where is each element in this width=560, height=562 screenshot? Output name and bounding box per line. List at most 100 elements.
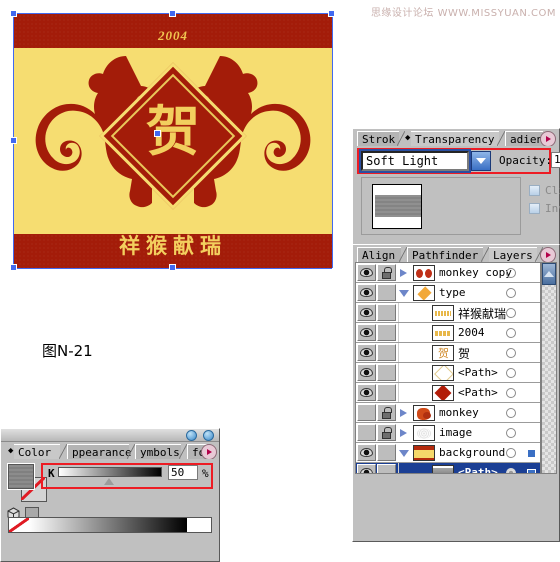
color-panel-titlebar[interactable] xyxy=(1,429,219,442)
handle-top-right[interactable] xyxy=(328,10,335,17)
tab-align[interactable]: Align xyxy=(357,247,401,262)
opacity-input[interactable]: 100 xyxy=(551,152,560,168)
layer-row-list[interactable]: monkey copy type 祥猴献瑞 2004 贺贺 <Path> <Path> mon… xyxy=(355,262,541,474)
layer-target-indicator[interactable] xyxy=(506,328,516,338)
layer-visibility-toggle[interactable] xyxy=(357,384,376,401)
layer-target-indicator[interactable] xyxy=(506,408,516,418)
layer-lock-toggle[interactable] xyxy=(377,344,396,361)
layer-expand-triangle-icon[interactable] xyxy=(400,409,407,417)
layer-lock-toggle[interactable] xyxy=(377,404,396,421)
tab-gradient[interactable]: adient xyxy=(505,131,550,146)
layer-target-indicator[interactable] xyxy=(506,288,516,298)
handle-bottom-left[interactable] xyxy=(10,264,17,271)
blend-mode-dropdown-button[interactable] xyxy=(471,151,491,171)
layer-visibility-toggle[interactable] xyxy=(357,324,376,341)
layer-target-indicator[interactable] xyxy=(506,368,516,378)
layer-visibility-toggle[interactable] xyxy=(357,364,376,381)
layer-target-indicator[interactable] xyxy=(506,308,516,318)
handle-mid-left[interactable] xyxy=(10,137,17,144)
layer-row[interactable]: 贺贺 xyxy=(356,343,540,363)
handle-bottom-center[interactable] xyxy=(169,264,176,271)
layer-lock-toggle[interactable] xyxy=(377,444,396,461)
handle-top-left[interactable] xyxy=(10,10,17,17)
layer-lock-toggle[interactable] xyxy=(377,264,396,281)
layer-row[interactable]: type xyxy=(356,283,540,303)
layer-target-indicator[interactable] xyxy=(506,448,516,458)
layer-target-indicator[interactable] xyxy=(506,348,516,358)
layers-menu-button[interactable] xyxy=(540,247,556,262)
tab-layers[interactable]: Layers xyxy=(489,247,537,262)
minimize-button[interactable] xyxy=(186,430,197,441)
layer-expand-triangle-icon[interactable] xyxy=(400,269,407,277)
layer-thumbnail[interactable]: 贺 xyxy=(432,345,454,361)
layer-lock-toggle[interactable] xyxy=(377,364,396,381)
color-spectrum-bar[interactable] xyxy=(8,517,212,533)
layer-thumbnail[interactable] xyxy=(413,265,435,281)
layer-visibility-toggle[interactable] xyxy=(357,284,376,301)
layer-visibility-toggle[interactable] xyxy=(357,464,376,473)
layer-lock-toggle[interactable] xyxy=(377,284,396,301)
layer-visibility-toggle[interactable] xyxy=(357,344,376,361)
layers-scrollbar[interactable] xyxy=(541,262,557,474)
blend-mode-select[interactable]: Soft Light xyxy=(359,149,471,173)
artwork-canvas[interactable]: 贺 2004 祥猴献瑞 xyxy=(10,10,335,271)
layer-row[interactable]: <Path> xyxy=(356,383,540,403)
color-menu-button[interactable] xyxy=(201,444,217,459)
layer-collapse-triangle-icon[interactable] xyxy=(399,450,409,457)
layer-row[interactable]: <Path> xyxy=(356,463,540,473)
layer-lock-toggle[interactable] xyxy=(377,384,396,401)
panel-menu-button[interactable] xyxy=(540,131,556,146)
layer-target-indicator[interactable] xyxy=(506,268,516,278)
object-thumbnail[interactable] xyxy=(372,184,422,229)
handle-top-center[interactable] xyxy=(169,10,176,17)
layers-scroll-up-button[interactable] xyxy=(542,263,556,285)
layer-visibility-toggle[interactable] xyxy=(357,424,376,441)
layer-lock-toggle[interactable] xyxy=(377,304,396,321)
layer-thumbnail[interactable] xyxy=(432,325,454,341)
close-button[interactable] xyxy=(203,430,214,441)
k-slider-track[interactable] xyxy=(58,467,162,477)
tab-color[interactable]: Color xyxy=(14,444,60,459)
layer-thumbnail[interactable] xyxy=(432,465,454,473)
layer-target-indicator[interactable] xyxy=(506,428,516,438)
layer-thumbnail[interactable] xyxy=(413,445,435,461)
tab-pathfinder[interactable]: Pathfinder xyxy=(407,247,483,262)
spectrum-ramp[interactable] xyxy=(29,518,187,532)
layer-row[interactable]: background xyxy=(356,443,540,463)
layer-lock-toggle[interactable] xyxy=(377,464,396,473)
tab-symbols[interactable]: ymbols xyxy=(135,444,181,459)
fill-color-swatch[interactable] xyxy=(7,463,35,490)
layer-row[interactable]: 2004 xyxy=(356,323,540,343)
layer-row[interactable]: monkey copy xyxy=(356,263,540,283)
layer-visibility-toggle[interactable] xyxy=(357,444,376,461)
handle-center-point[interactable] xyxy=(154,130,161,137)
layer-visibility-toggle[interactable] xyxy=(357,404,376,421)
k-value-input[interactable]: 50 xyxy=(168,465,198,480)
layer-row[interactable]: image xyxy=(356,423,540,443)
layer-collapse-triangle-icon[interactable] xyxy=(399,290,409,297)
layer-thumbnail[interactable] xyxy=(432,305,454,321)
layer-row[interactable]: <Path> xyxy=(356,363,540,383)
layer-thumbnail[interactable] xyxy=(432,385,454,401)
layer-target-indicator[interactable] xyxy=(506,468,516,473)
clip-checkbox[interactable] xyxy=(529,185,540,196)
layer-thumbnail[interactable] xyxy=(413,405,435,421)
layer-thumbnail[interactable] xyxy=(432,365,454,381)
layer-lock-toggle[interactable] xyxy=(377,324,396,341)
k-slider-handle[interactable] xyxy=(104,478,114,485)
spectrum-white-swatch[interactable] xyxy=(187,518,211,532)
layer-row[interactable]: monkey xyxy=(356,403,540,423)
layer-visibility-toggle[interactable] xyxy=(357,304,376,321)
layer-row[interactable]: 祥猴献瑞 xyxy=(356,303,540,323)
tab-appearance[interactable]: ppearance xyxy=(67,444,132,459)
tab-stroke[interactable]: Strok xyxy=(357,131,399,146)
layer-thumbnail[interactable] xyxy=(413,425,435,441)
layer-lock-toggle[interactable] xyxy=(377,424,396,441)
invert-mask-checkbox[interactable] xyxy=(529,203,540,214)
layer-thumbnail[interactable] xyxy=(413,285,435,301)
layer-expand-triangle-icon[interactable] xyxy=(400,429,407,437)
spectrum-none-swatch[interactable] xyxy=(9,518,29,532)
layer-visibility-toggle[interactable] xyxy=(357,264,376,281)
tab-transparency[interactable]: Transparency xyxy=(411,131,499,146)
layer-target-indicator[interactable] xyxy=(506,388,516,398)
